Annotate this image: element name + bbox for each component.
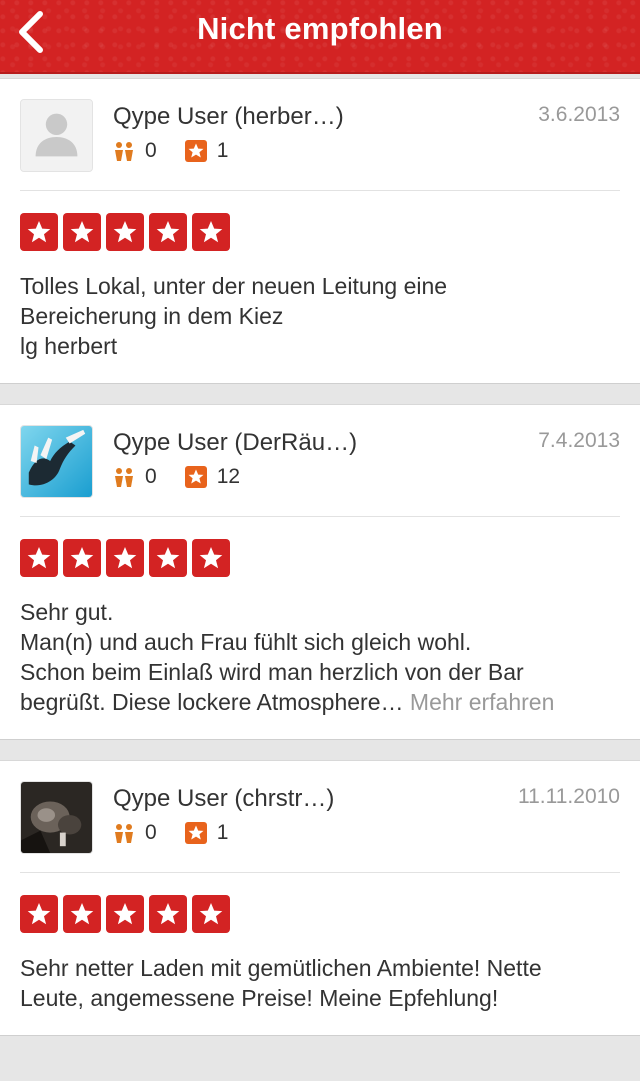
star-icon [20, 213, 58, 251]
star-rating [20, 191, 620, 251]
star-icon [106, 895, 144, 933]
default-user-icon [21, 100, 92, 171]
user-stats: 0 1 [113, 821, 620, 845]
friends-icon [115, 142, 133, 161]
friends-count: 0 [145, 139, 157, 162]
star-icon [149, 895, 187, 933]
star-icon [149, 539, 187, 577]
review-body: Sehr netter Laden mit gemütlichen Ambien… [20, 955, 542, 1011]
star-icon [106, 213, 144, 251]
reviews-count: 12 [216, 465, 241, 488]
review-text: Tolles Lokal, unter der neuen Leitung ei… [20, 251, 620, 383]
review-header: Qype User (herber…) 0 1 3.6.2013 [20, 79, 620, 191]
back-chevron-icon[interactable] [14, 8, 50, 56]
friends-stat: 0 [113, 465, 157, 489]
star-icon [20, 895, 58, 933]
user-photo-icon [21, 782, 92, 853]
review-header: Qype User (DerRäu…) 0 12 7.4.2013 [20, 405, 620, 517]
review-text: Sehr gut. Man(n) und auch Frau fühlt sic… [20, 577, 620, 739]
more-link[interactable]: Mehr erfahren [410, 689, 554, 715]
star-icon [20, 539, 58, 577]
star-rating [20, 873, 620, 933]
review-card: Qype User (chrstr…) 0 1 11.11.2010 Sehr … [0, 760, 640, 1036]
avatar[interactable] [20, 425, 93, 498]
reviews-stat: 1 [184, 821, 229, 845]
review-star-icon [184, 822, 207, 844]
review-date: 7.4.2013 [538, 429, 620, 452]
star-rating [20, 517, 620, 577]
user-photo-icon [21, 426, 92, 497]
star-icon [149, 213, 187, 251]
friends-icon [115, 468, 133, 487]
review-star-icon [184, 140, 207, 162]
review-card: Qype User (DerRäu…) 0 12 7.4.2013 Sehr g… [0, 404, 640, 740]
star-icon [63, 213, 101, 251]
friends-count: 0 [145, 821, 157, 844]
user-stats: 0 1 [113, 139, 620, 163]
review-date: 3.6.2013 [538, 103, 620, 126]
user-stats: 0 12 [113, 465, 620, 489]
review-list: Qype User (herber…) 0 1 3.6.2013 Tolles … [0, 74, 640, 1036]
review-body: Tolles Lokal, unter der neuen Leitung ei… [20, 273, 448, 359]
reviews-count: 1 [216, 821, 229, 844]
star-icon [63, 895, 101, 933]
friends-stat: 0 [113, 139, 157, 163]
star-icon [192, 895, 230, 933]
review-header: Qype User (chrstr…) 0 1 11.11.2010 [20, 761, 620, 873]
review-card: Qype User (herber…) 0 1 3.6.2013 Tolles … [0, 78, 640, 384]
review-star-icon [184, 466, 207, 488]
friends-count: 0 [145, 465, 157, 488]
star-icon [63, 539, 101, 577]
star-icon [192, 213, 230, 251]
reviews-count: 1 [216, 139, 229, 162]
page-title: Nicht empfohlen [197, 11, 443, 46]
star-icon [192, 539, 230, 577]
nav-bar: Nicht empfohlen [0, 0, 640, 74]
star-icon [106, 539, 144, 577]
review-text: Sehr netter Laden mit gemütlichen Ambien… [20, 933, 620, 1035]
friends-stat: 0 [113, 821, 157, 845]
friends-icon [115, 824, 133, 843]
avatar[interactable] [20, 99, 93, 172]
avatar[interactable] [20, 781, 93, 854]
review-date: 11.11.2010 [518, 785, 620, 808]
reviews-stat: 12 [184, 465, 241, 489]
reviews-stat: 1 [184, 139, 229, 163]
